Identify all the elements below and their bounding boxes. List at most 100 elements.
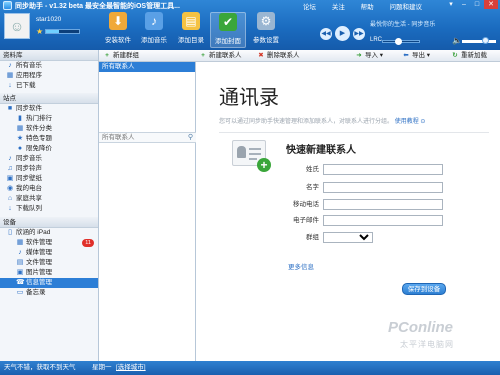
library-header: 资料库	[0, 50, 98, 61]
playback-progress-slider[interactable]	[382, 38, 420, 45]
user-avatar[interactable]: ☺	[4, 13, 30, 39]
first-name-field[interactable]	[323, 182, 443, 193]
delete-x-icon: ✖	[258, 52, 264, 59]
add-folder-button[interactable]: ▤ 添加目录	[173, 12, 209, 48]
arrow-circle-icon[interactable]: ⊙	[420, 119, 425, 125]
last-name-field[interactable]	[323, 164, 443, 175]
page-title: 通讯录	[219, 87, 279, 109]
home-icon: ⌂	[7, 195, 13, 202]
app-logo-icon	[3, 1, 12, 10]
help-link[interactable]: 帮助	[361, 4, 374, 11]
maximize-icon[interactable]: □	[471, 0, 483, 9]
forum-link[interactable]: 论坛	[303, 4, 316, 11]
window-controls: ▾ – □ ✕	[445, 0, 498, 9]
sidebar-item-ringtones[interactable]: ♫ 同步铃声	[0, 164, 98, 174]
picture-icon: ▣	[16, 269, 24, 276]
group-select[interactable]	[323, 232, 373, 243]
group-item-all-contacts[interactable]: 所有联系人	[99, 62, 195, 72]
device-header: 设备	[0, 217, 98, 228]
volume-icon[interactable]: 🔈	[452, 36, 462, 45]
close-icon[interactable]: ✕	[484, 0, 498, 9]
star-icon: ★	[36, 27, 44, 36]
sidebar-item-downloaded[interactable]: ↓ 已下载	[0, 81, 98, 91]
new-group-button[interactable]: + 新建群组	[103, 51, 139, 61]
email-field[interactable]	[323, 215, 443, 226]
more-info-link[interactable]: 更多信息	[288, 261, 314, 271]
next-icon[interactable]: ▶▶	[353, 27, 365, 40]
app-title: 同步助手 - v1.32 beta 最安全最智能的iOS管理工具...	[15, 3, 180, 10]
music-note-icon: ♪	[8, 155, 12, 162]
folder-icon: ▤	[182, 12, 200, 30]
sidebar-item-categories[interactable]: ▦ 软件分类	[0, 124, 98, 134]
contact-group-list: 所有联系人 ⚲	[99, 62, 196, 361]
grid-icon: ▦	[16, 125, 24, 132]
note-icon: ▭	[16, 289, 24, 296]
store-header: 站点	[0, 93, 98, 104]
contacts-action-bar: + 新建群组 + 新建联系人 ✖ 删除联系人 ➜ 导入 ▾ ⬅ 导出 ▾ ↻ 重新加载	[99, 50, 500, 62]
previous-icon[interactable]: ◀◀	[320, 27, 332, 40]
lyrics-toggle[interactable]: LRC	[370, 37, 382, 43]
install-software-button[interactable]: ⬇ 安装软件	[100, 12, 136, 48]
sidebar-item-top-charts[interactable]: ▮ 热门排行	[0, 114, 98, 124]
new-contact-button[interactable]: + 新建联系人	[199, 51, 241, 61]
media-icon: ♪	[18, 249, 22, 256]
import-button[interactable]: ➜ 导入 ▾	[355, 51, 383, 61]
sidebar-item-info-management[interactable]: ☎信息管理	[0, 278, 98, 288]
sidebar: 资料库 ♪ 所有音乐 ▦ 应用程序 ↓ 已下载 站点 ■ 同步软件 ▮ 热门排行 ▦ 软件分…	[0, 50, 99, 361]
gear-icon: ⚙	[257, 12, 275, 30]
search-icon[interactable]: ⚲	[188, 133, 193, 141]
sidebar-item-sync-software[interactable]: ■ 同步软件	[0, 104, 98, 114]
device-name[interactable]: ▯ 欣涵的 iPad	[0, 228, 98, 238]
top-links: 论坛 关注 帮助 问题和建议	[303, 1, 436, 11]
delete-contact-button[interactable]: ✖ 删除联系人	[257, 51, 299, 61]
settings-button[interactable]: ⚙ 参数设置	[248, 12, 284, 48]
player-controls: ◀◀ ▶ ▶▶	[320, 26, 365, 41]
mobile-row: 移动电话	[286, 199, 443, 210]
update-count-badge: 11	[82, 239, 94, 247]
sidebar-item-download-queue[interactable]: ↓ 下载队列	[0, 204, 98, 214]
add-cover-button[interactable]: ✔ 添加封面	[210, 12, 246, 48]
top-toolbar: 同步助手 - v1.32 beta 最安全最智能的iOS管理工具... ☺ st…	[0, 0, 500, 50]
checkbox-icon: ✔	[219, 13, 237, 31]
add-music-button[interactable]: ♪ 添加音乐	[136, 12, 172, 48]
sidebar-item-sync-music[interactable]: ♪ 同步音乐	[0, 154, 98, 164]
sidebar-item-apps[interactable]: ▦ 应用程序	[0, 71, 98, 81]
save-to-device-button[interactable]: 保存到设备	[402, 283, 446, 295]
contacts-icon: ☎	[16, 279, 25, 286]
choose-city-link[interactable]: [选择城市]	[116, 361, 146, 375]
last-name-label: 姓氏	[306, 166, 319, 173]
sidebar-item-all-music[interactable]: ♪ 所有音乐	[0, 61, 98, 71]
minimize-icon[interactable]: –	[458, 0, 470, 9]
mobile-label: 移动电话	[293, 201, 319, 208]
export-button[interactable]: ⬅ 导出 ▾	[402, 51, 430, 61]
music-note-icon: ♪	[145, 12, 163, 30]
queue-icon: ↓	[8, 205, 12, 212]
plus-icon: +	[201, 52, 205, 59]
contact-search-input[interactable]	[99, 133, 183, 142]
sidebar-item-notes[interactable]: ▭ 备忘录	[0, 288, 98, 298]
sidebar-item-wallpapers[interactable]: ▣ 同步壁纸	[0, 174, 98, 184]
store-icon: ■	[7, 105, 13, 112]
group-row: 群组	[286, 232, 426, 243]
sidebar-item-file-management[interactable]: ▤ 文件管理	[0, 258, 98, 268]
feedback-link[interactable]: 问题和建议	[389, 4, 422, 11]
sidebar-item-featured[interactable]: ★ 特色专题	[0, 134, 98, 144]
follow-link[interactable]: 关注	[332, 4, 345, 11]
sidebar-item-home-sharing[interactable]: ⌂ 家庭共享	[0, 194, 98, 204]
radio-icon: ◉	[6, 185, 14, 192]
add-plus-icon: +	[257, 158, 271, 172]
mobile-field[interactable]	[323, 199, 443, 210]
tutorial-link[interactable]: 使用教程	[395, 119, 419, 125]
refresh-icon: ↻	[452, 52, 458, 59]
sidebar-item-media-management[interactable]: ♪ 媒体管理	[0, 248, 98, 258]
play-icon[interactable]: ▶	[335, 26, 350, 41]
skin-icon[interactable]: ▾	[445, 0, 457, 9]
sidebar-item-photo-management[interactable]: ▣ 图片管理	[0, 268, 98, 278]
username[interactable]: star1020	[36, 16, 61, 23]
refresh-button[interactable]: ↻ 重新加载	[451, 51, 487, 61]
main-content: 通讯录 您可以通过同步助手快速管理和添加联系人，对联系人进行分组。 使用教程 ⊙…	[196, 62, 500, 361]
sidebar-item-free-deals[interactable]: ● 限免降价	[0, 144, 98, 154]
sidebar-item-radio[interactable]: ◉ 我的电台	[0, 184, 98, 194]
volume-slider[interactable]	[462, 37, 496, 44]
sidebar-item-software-management[interactable]: ▦ 软件管理 11	[0, 238, 98, 248]
